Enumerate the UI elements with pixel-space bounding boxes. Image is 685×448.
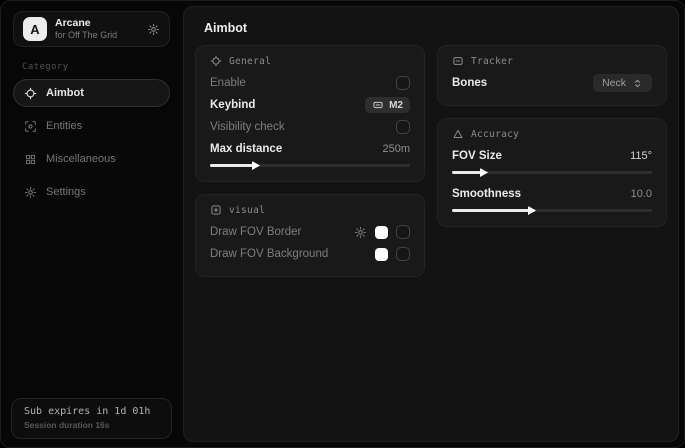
max-distance-value: 250m	[382, 143, 410, 155]
left-column: General Enable Keybind M2	[195, 45, 425, 277]
panel-general-header: General	[210, 55, 410, 67]
tracker-icon	[452, 55, 464, 67]
sub-expiry-text: Sub expires in 1d 01h	[24, 406, 159, 417]
smoothness-row: Smoothness 10.0	[452, 183, 652, 205]
grid-icon	[24, 153, 37, 166]
settings-gear-icon[interactable]	[147, 23, 160, 36]
sidebar-nav: Aimbot Entities Miscellaneous Settings	[13, 79, 170, 206]
slider-fill	[452, 171, 482, 174]
chevron-up-down-icon	[632, 78, 643, 89]
logo-card: A Arcane for Off The Grid	[13, 11, 170, 47]
app-logo: A	[23, 17, 47, 41]
panel-visual-header: visual	[210, 204, 410, 216]
right-column: Tracker Bones Neck	[437, 45, 667, 227]
enable-label: Enable	[210, 77, 246, 89]
sidebar: A Arcane for Off The Grid Category Aimbo…	[1, 1, 182, 447]
sidebar-item-label: Settings	[46, 186, 86, 198]
max-distance-row: Max distance 250m	[210, 138, 410, 160]
panel-tracker-header: Tracker	[452, 55, 652, 67]
sidebar-item-aimbot[interactable]: Aimbot	[13, 79, 170, 107]
panel-accuracy: Accuracy FOV Size 115° Smoothness	[437, 118, 667, 227]
sidebar-item-label: Aimbot	[46, 87, 84, 99]
mouse-button-icon	[372, 99, 384, 111]
fov-border-color-swatch[interactable]	[375, 226, 388, 239]
slider-fill	[452, 209, 530, 212]
draw-fov-border-label: Draw FOV Border	[210, 226, 301, 238]
fov-size-value: 115°	[630, 150, 652, 162]
sidebar-item-settings[interactable]: Settings	[13, 178, 170, 206]
sidebar-item-label: Entities	[46, 120, 82, 132]
visual-icon	[210, 204, 222, 216]
smoothness-value: 10.0	[631, 188, 652, 200]
keybind-value: M2	[389, 100, 403, 111]
session-duration-text: Session duration 16s	[24, 420, 159, 430]
draw-fov-background-checkbox[interactable]	[396, 247, 410, 261]
fov-size-slider[interactable]	[452, 171, 652, 174]
fov-size-row: FOV Size 115°	[452, 145, 652, 167]
content: General Enable Keybind M2	[195, 45, 667, 433]
app-subtitle: for Off The Grid	[55, 30, 117, 40]
slider-thumb[interactable]	[252, 161, 260, 170]
page-title: Aimbot	[204, 21, 247, 35]
panel-accuracy-header: Accuracy	[452, 128, 652, 140]
sidebar-item-label: Miscellaneous	[46, 153, 116, 165]
bones-selected-value: Neck	[602, 77, 626, 89]
panel-title: Accuracy	[471, 129, 519, 140]
smoothness-label: Smoothness	[452, 188, 521, 200]
slider-thumb[interactable]	[528, 206, 536, 215]
panel-title: General	[229, 56, 271, 67]
visibility-check-label: Visibility check	[210, 121, 285, 133]
draw-fov-background-row: Draw FOV Background	[210, 243, 410, 265]
sidebar-item-miscellaneous[interactable]: Miscellaneous	[13, 145, 170, 173]
keybind-button[interactable]: M2	[365, 97, 410, 113]
crosshair-icon	[24, 87, 37, 100]
fov-size-label: FOV Size	[452, 150, 502, 162]
draw-fov-border-controls	[354, 225, 410, 239]
slider-fill	[210, 164, 254, 167]
bones-label: Bones	[452, 77, 487, 89]
category-label: Category	[22, 62, 182, 72]
enable-row: Enable	[210, 72, 410, 94]
smoothness-slider[interactable]	[452, 209, 652, 212]
panel-visual: visual Draw FOV Border Draw	[195, 194, 425, 277]
logo-text: Arcane for Off The Grid	[55, 17, 117, 40]
draw-fov-background-controls	[375, 247, 410, 261]
keybind-label: Keybind	[210, 99, 255, 111]
gear-icon[interactable]	[354, 226, 367, 239]
app-name: Arcane	[55, 17, 117, 29]
panel-title: Tracker	[471, 56, 513, 67]
scan-icon	[24, 120, 37, 133]
panel-tracker: Tracker Bones Neck	[437, 45, 667, 106]
draw-fov-background-label: Draw FOV Background	[210, 248, 328, 260]
bones-select[interactable]: Neck	[593, 74, 652, 92]
keybind-row: Keybind M2	[210, 94, 410, 116]
panel-general: General Enable Keybind M2	[195, 45, 425, 182]
max-distance-label: Max distance	[210, 143, 282, 155]
enable-checkbox[interactable]	[396, 76, 410, 90]
draw-fov-border-checkbox[interactable]	[396, 225, 410, 239]
app-window: A Arcane for Off The Grid Category Aimbo…	[0, 0, 685, 448]
subscription-status-card: Sub expires in 1d 01h Session duration 1…	[11, 398, 172, 439]
angle-icon	[452, 128, 464, 140]
main-area: Aimbot General Enable	[183, 6, 679, 442]
draw-fov-border-row: Draw FOV Border	[210, 221, 410, 243]
visibility-check-row: Visibility check	[210, 116, 410, 138]
max-distance-slider[interactable]	[210, 164, 410, 167]
bones-row: Bones Neck	[452, 72, 652, 94]
panel-title: visual	[229, 205, 265, 216]
crosshair-icon	[210, 55, 222, 67]
fov-background-color-swatch[interactable]	[375, 248, 388, 261]
slider-thumb[interactable]	[480, 168, 488, 177]
visibility-check-checkbox[interactable]	[396, 120, 410, 134]
sidebar-item-entities[interactable]: Entities	[13, 112, 170, 140]
gear-icon	[24, 186, 37, 199]
